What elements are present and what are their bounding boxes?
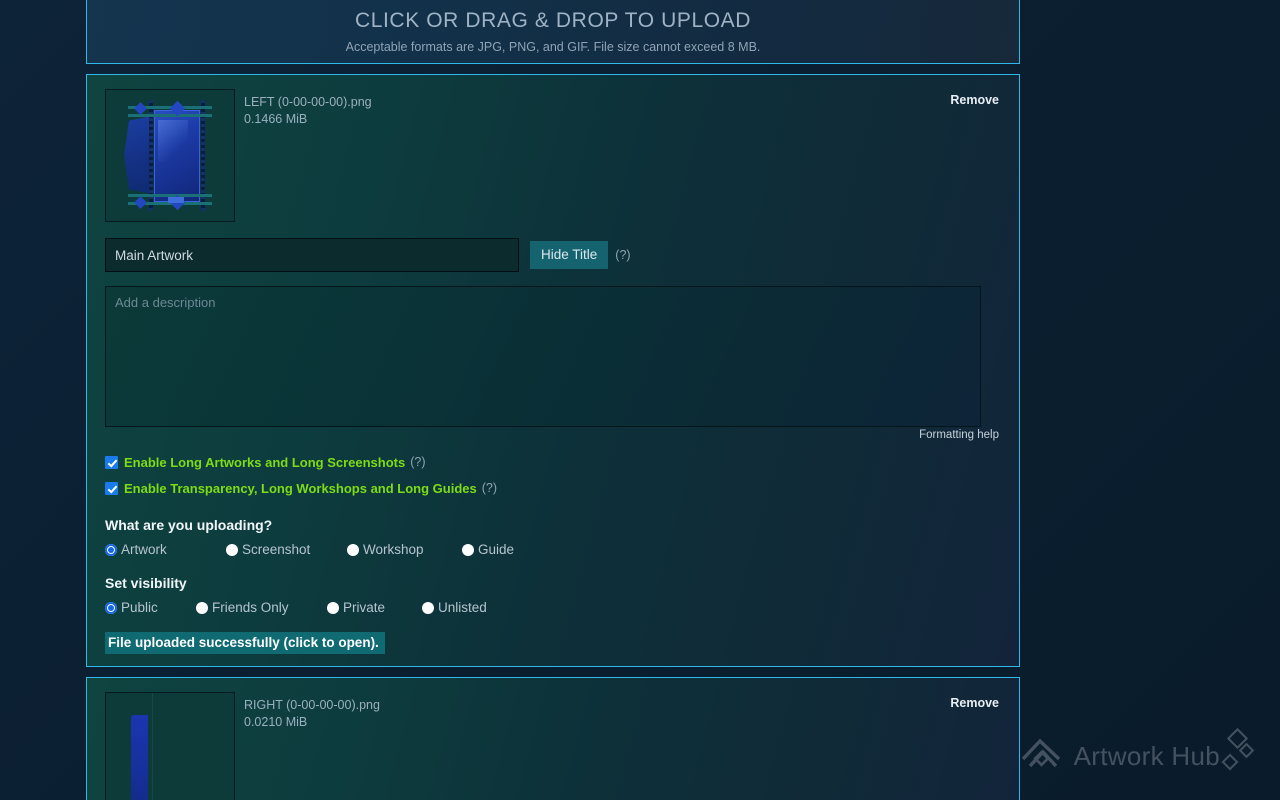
radio-item-artwork[interactable]: Artwork [105,542,226,557]
upload-dropzone[interactable]: CLICK OR DRAG & DROP TO UPLOAD Acceptabl… [86,0,1020,64]
checkbox-row-long-artworks[interactable]: Enable Long Artworks and Long Screenshot… [105,451,999,473]
radio-artwork[interactable] [105,543,117,556]
description-wrapper: Formatting help [105,286,999,441]
formatting-help-link[interactable]: Formatting help [919,429,999,441]
radio-friends-only[interactable] [196,601,208,614]
radio-workshop[interactable] [347,543,359,556]
file-thumbnail-2[interactable] [105,692,235,800]
radio-label-friends-only: Friends Only [212,600,289,615]
thumbnail-artwork-image-2 [106,693,234,800]
file-size: 0.1466 MiB [244,112,308,126]
artwork-hub-watermark-text: Artwork Hub [1073,740,1220,771]
artwork-diamond-top-left [134,102,147,115]
radio-item-guide[interactable]: Guide [462,542,514,557]
radio-screenshot[interactable] [226,543,238,556]
file-meta-2: RIGHT (0-00-00-00).png 0.0210 MiB [244,692,950,731]
hide-title-help-icon[interactable]: (?) [615,248,630,262]
artwork-main-panel-shape [154,110,200,202]
checkbox-label-transparency[interactable]: Enable Transparency, Long Workshops and … [124,481,477,496]
visibility-title: Set visibility [105,575,187,591]
long-artworks-help-icon[interactable]: (?) [410,455,425,469]
file-size-2: 0.0210 MiB [244,715,308,729]
radio-label-private: Private [343,600,386,615]
visibility-radio-row: Public Friends Only Private Unlisted [105,600,999,615]
visibility-group: Set visibility Public Friends Only Priva… [105,575,999,615]
description-textarea[interactable] [105,286,981,427]
radio-item-unlisted[interactable]: Unlisted [422,600,487,615]
radio-guide[interactable] [462,543,474,556]
watermark-diamond-small [1221,753,1239,771]
upload-status-message[interactable]: File uploaded successfully (click to ope… [105,632,385,654]
thumbnail-artwork-image [106,90,234,221]
radio-item-public[interactable]: Public [105,600,196,615]
remove-file-button[interactable]: Remove [950,89,999,107]
radio-item-friends-only[interactable]: Friends Only [196,600,327,615]
file-header-2: RIGHT (0-00-00-00).png 0.0210 MiB Remove [105,692,999,800]
artwork-divider-line [152,693,153,800]
upload-type-title: What are you uploading? [105,517,273,533]
watermark-diamond-medium [1238,742,1255,759]
upload-type-radio-row: Artwork Screenshot Workshop Guide [105,542,999,557]
file-header: LEFT (0-00-00-00).png 0.1466 MiB Remove [105,89,999,222]
checkbox-long-artworks[interactable] [105,455,118,469]
hide-title-button[interactable]: Hide Title [530,241,609,269]
radio-item-private[interactable]: Private [327,600,422,615]
transparency-help-icon[interactable]: (?) [482,481,497,495]
radio-item-workshop[interactable]: Workshop [347,542,462,557]
file-name-2: RIGHT (0-00-00-00).png [244,698,380,712]
radio-unlisted[interactable] [422,601,434,614]
upload-page-column: CLICK OR DRAG & DROP TO UPLOAD Acceptabl… [86,0,1020,800]
file-card-right: RIGHT (0-00-00-00).png 0.0210 MiB Remove [86,677,1020,800]
remove-file-button-2[interactable]: Remove [950,692,999,710]
artwork-title-input[interactable] [105,238,519,272]
radio-public[interactable] [105,601,117,614]
options-checkbox-list: Enable Long Artworks and Long Screenshot… [105,451,999,499]
artwork-left-panel-shape [124,116,152,194]
artwork-diamond-bottom-left [134,196,147,209]
file-thumbnail[interactable] [105,89,235,222]
radio-private[interactable] [327,601,339,614]
watermark-diamond-large [1226,727,1249,750]
file-name: LEFT (0-00-00-00).png [244,95,372,109]
upload-dropzone-title: CLICK OR DRAG & DROP TO UPLOAD [354,8,752,32]
radio-label-guide: Guide [478,542,515,557]
radio-label-artwork: Artwork [121,542,167,557]
file-meta: LEFT (0-00-00-00).png 0.1466 MiB [244,89,950,128]
checkbox-label-long-artworks[interactable]: Enable Long Artworks and Long Screenshot… [124,455,405,470]
checkbox-row-transparency[interactable]: Enable Transparency, Long Workshops and … [105,477,999,499]
upload-type-group: What are you uploading? Artwork Screensh… [105,517,999,557]
title-row: Hide Title (?) [105,238,999,272]
radio-label-screenshot: Screenshot [242,542,311,557]
artwork-hub-watermark: Artwork Hub [1019,727,1262,778]
radio-item-screenshot[interactable]: Screenshot [226,542,347,557]
radio-label-public: Public [121,600,158,615]
radio-label-workshop: Workshop [363,542,424,557]
checkbox-transparency[interactable] [105,481,118,495]
upload-dropzone-subtitle: Acceptable formats are JPG, PNG, and GIF… [345,40,761,54]
watermark-diamond-cluster [1221,727,1262,778]
artwork-blue-bar-shape [131,715,148,800]
artwork-notch-shape [168,197,184,203]
file-card-left: LEFT (0-00-00-00).png 0.1466 MiB Remove … [86,74,1020,667]
radio-label-unlisted: Unlisted [438,600,487,615]
artwork-hub-logo-icon [1021,738,1060,768]
